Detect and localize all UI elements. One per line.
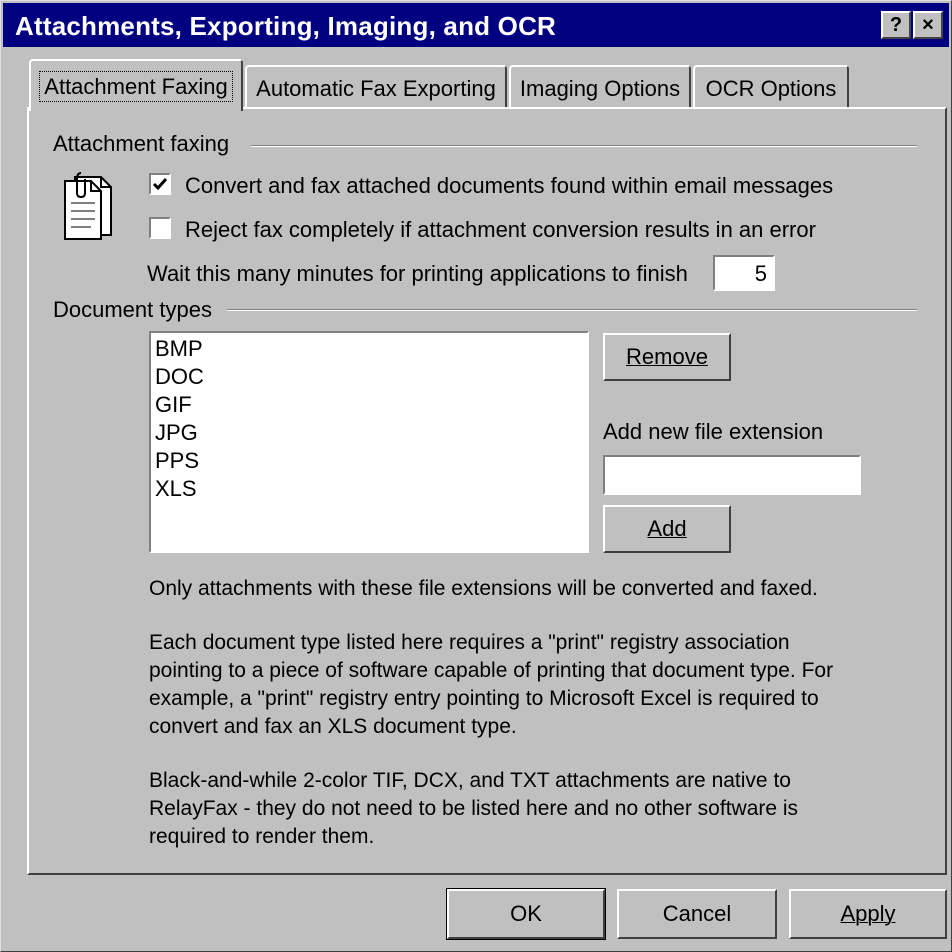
tab-imaging-options[interactable]: Imaging Options bbox=[509, 65, 691, 109]
convert-attachments-checkbox[interactable] bbox=[149, 173, 171, 195]
apply-button[interactable]: Apply bbox=[789, 889, 947, 939]
document-types-heading: Document types bbox=[53, 297, 212, 322]
list-item[interactable]: DOC bbox=[153, 363, 204, 391]
document-types-list[interactable]: BMP DOC GIF JPG PPS XLS bbox=[149, 331, 589, 553]
tab-label: OCR Options bbox=[705, 76, 837, 101]
add-button-label: Add bbox=[647, 516, 687, 541]
cancel-button[interactable]: Cancel bbox=[617, 889, 777, 939]
reject-fax-label[interactable]: Reject fax completely if attachment conv… bbox=[185, 217, 816, 243]
list-item[interactable]: JPG bbox=[153, 419, 204, 447]
list-item[interactable]: XLS bbox=[153, 475, 204, 503]
list-item[interactable]: BMP bbox=[153, 335, 204, 363]
info-line: Only attachments with these file extensi… bbox=[149, 577, 818, 600]
info-line: convert and fax an XLS document type. bbox=[149, 715, 517, 738]
tab-attachment-faxing[interactable]: Attachment Faxing bbox=[29, 59, 243, 111]
attachment-faxing-heading: Attachment faxing bbox=[53, 131, 230, 156]
group-divider bbox=[227, 309, 917, 311]
info-line: Each document type listed here requires … bbox=[149, 631, 790, 654]
info-line: example, a "print" registry entry pointi… bbox=[149, 687, 819, 710]
add-button[interactable]: Add bbox=[603, 505, 731, 553]
tab-ocr-options[interactable]: OCR Options bbox=[693, 65, 849, 109]
documents-icon bbox=[61, 171, 133, 243]
info-extensions-text: Only attachments with these file extensi… bbox=[149, 575, 818, 603]
info-line: required to render them. bbox=[149, 825, 375, 848]
tab-automatic-fax-exporting[interactable]: Automatic Fax Exporting bbox=[245, 65, 507, 109]
info-line: RelayFax - they do not need to be listed… bbox=[149, 797, 799, 820]
list-item[interactable]: GIF bbox=[153, 391, 204, 419]
add-extension-label: Add new file extension bbox=[603, 419, 824, 444]
list-item[interactable]: PPS bbox=[153, 447, 204, 475]
cancel-button-label: Cancel bbox=[662, 901, 732, 926]
info-line: Black-and-while 2-color TIF, DCX, and TX… bbox=[149, 769, 791, 792]
checkmark-icon bbox=[152, 178, 168, 191]
group-divider bbox=[251, 145, 917, 147]
reject-fax-checkbox[interactable] bbox=[149, 217, 171, 239]
remove-button-label: Remove bbox=[626, 344, 708, 369]
wait-minutes-input[interactable]: 5 bbox=[713, 255, 775, 291]
tab-panel: Attachment faxing Convert and fax attach… bbox=[27, 107, 947, 875]
info-line: pointing to a piece of software capable … bbox=[149, 659, 834, 682]
apply-button-label: Apply bbox=[840, 901, 896, 926]
wait-minutes-value: 5 bbox=[754, 261, 767, 286]
wait-minutes-label: Wait this many minutes for printing appl… bbox=[147, 261, 688, 286]
help-button[interactable]: ? bbox=[881, 11, 911, 39]
tab-label: Automatic Fax Exporting bbox=[256, 76, 496, 101]
window-title: Attachments, Exporting, Imaging, and OCR bbox=[15, 11, 557, 41]
close-button[interactable]: × bbox=[913, 11, 943, 39]
title-bar[interactable]: Attachments, Exporting, Imaging, and OCR… bbox=[3, 3, 949, 47]
remove-button[interactable]: Remove bbox=[603, 333, 731, 381]
add-extension-input[interactable] bbox=[603, 455, 861, 495]
dialog-window: Attachments, Exporting, Imaging, and OCR… bbox=[0, 0, 952, 952]
info-registry-text: Each document type listed here requires … bbox=[149, 629, 833, 741]
ok-button-label: OK bbox=[510, 901, 542, 926]
tab-label: Attachment Faxing bbox=[39, 71, 233, 102]
tab-label: Imaging Options bbox=[519, 76, 681, 101]
ok-button[interactable]: OK bbox=[446, 888, 606, 940]
info-native-formats-text: Black-and-while 2-color TIF, DCX, and TX… bbox=[149, 767, 798, 851]
convert-attachments-label[interactable]: Convert and fax attached documents found… bbox=[185, 173, 833, 199]
